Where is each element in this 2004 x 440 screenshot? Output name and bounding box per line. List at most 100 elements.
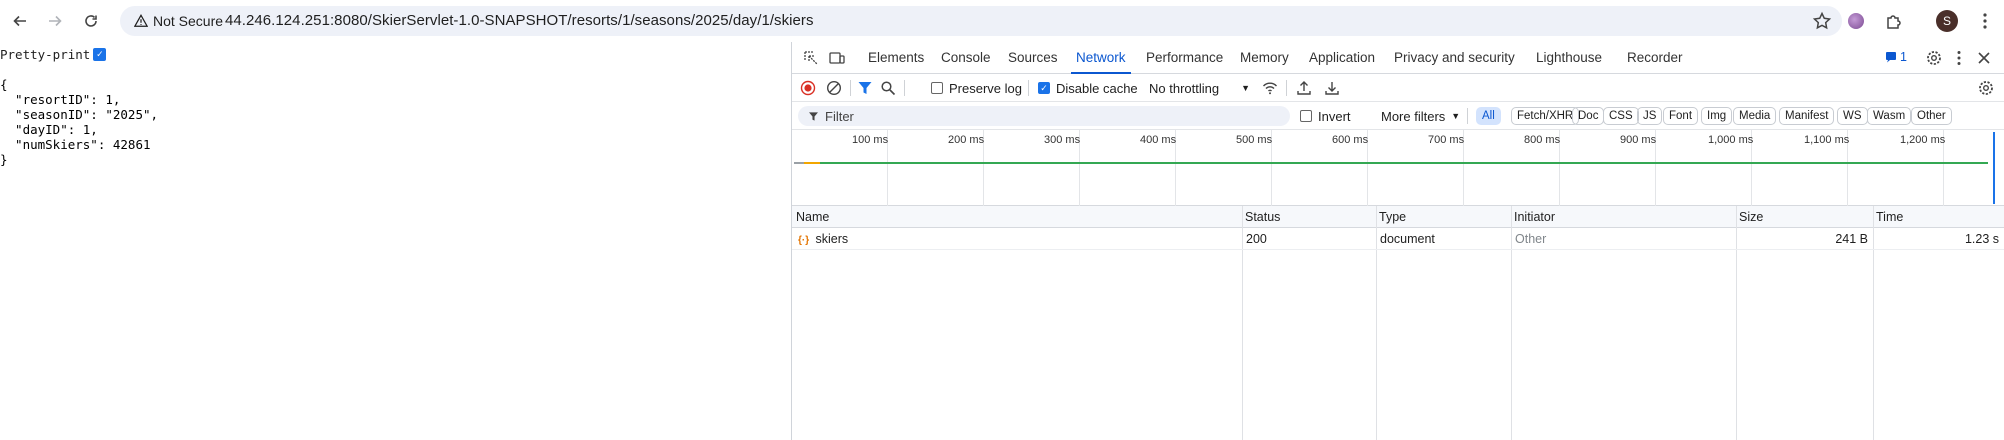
page-content: Pretty-print ✓ { "resortID": 1, "seasonI… [0,42,791,440]
import-har-icon[interactable] [1295,79,1313,97]
timeline-end-marker [1993,132,1995,204]
preserve-log-control[interactable]: Preserve log [931,80,1022,96]
request-name: skiers [815,232,849,246]
filter-placeholder: Filter [825,108,854,124]
url-text[interactable]: 44.246.124.251:8080/SkierServlet-1.0-SNA… [225,6,814,36]
tick-label: 1,100 ms [1804,134,1850,146]
col-header-status[interactable]: Status [1241,206,1280,228]
more-filters-label: More filters [1381,108,1446,124]
filter-input[interactable]: Filter [798,106,1290,126]
preserve-log-label: Preserve log [949,80,1022,96]
tick-label: 400 ms [1140,134,1177,146]
disable-cache-checkbox[interactable]: ✓ [1038,82,1050,94]
tab-network[interactable]: Network [1071,42,1130,74]
devtools-panel: Elements Console Sources Network Perform… [791,42,2004,440]
search-icon[interactable] [879,79,897,97]
profile-avatar[interactable]: S [1936,10,1958,32]
type-filter-img[interactable]: Img [1701,107,1733,125]
table-row[interactable]: {·} skiers 200 document Other 241 B 1.23… [792,228,2004,250]
preserve-log-checkbox[interactable] [931,82,943,94]
tab-performance[interactable]: Performance [1146,42,1223,74]
puzzle-extensions-icon[interactable] [1884,11,1904,31]
filter-funnel-icon[interactable] [856,79,874,97]
tab-sources[interactable]: Sources [1008,42,1058,74]
tab-elements[interactable]: Elements [868,42,924,74]
tab-application[interactable]: Application [1309,42,1375,74]
network-conditions-icon[interactable] [1261,79,1279,97]
devtools-tab-bar: Elements Console Sources Network Perform… [792,42,2004,74]
settings-gear-icon[interactable] [1925,49,1943,67]
tick-label: 300 ms [1044,134,1081,146]
more-filters-dropdown[interactable]: More filters ▼ [1381,108,1460,124]
col-header-time[interactable]: Time [1872,206,1903,228]
pretty-print-toggle[interactable]: Pretty-print ✓ [0,47,107,62]
throttling-value: No throttling [1149,80,1220,96]
document-icon: {·} [798,235,810,246]
invert-control[interactable]: Invert [1300,108,1351,124]
request-type: document [1380,232,1435,246]
extension-icon[interactable] [1846,11,1866,31]
issues-count: 1 [1900,50,1907,64]
bookmark-star-icon[interactable] [1812,11,1832,31]
col-header-name[interactable]: Name [792,206,829,228]
tick-label: 900 ms [1620,134,1657,146]
tab-memory[interactable]: Memory [1240,42,1289,74]
disable-cache-label: Disable cache [1056,80,1138,96]
clear-log-icon[interactable] [825,79,843,97]
issues-badge[interactable]: 1 [1885,50,1907,64]
type-filter-wasm[interactable]: Wasm [1867,107,1912,125]
record-stop-icon[interactable] [799,79,817,97]
throttling-select[interactable]: No throttling ▼ [1149,80,1250,96]
type-filter-doc[interactable]: Doc [1572,107,1605,125]
timeline-overview[interactable]: 100 ms 200 ms 300 ms 400 ms 500 ms 600 m… [792,130,2004,206]
security-label: Not Secure [153,13,224,29]
tick-label: 600 ms [1332,134,1369,146]
devtools-more-icon[interactable] [1950,49,1968,67]
request-size: 241 B [1835,232,1868,246]
pretty-print-checkbox[interactable]: ✓ [93,48,107,61]
warning-triangle-icon [134,14,148,27]
waterfall-queue-bar [794,162,804,164]
security-chip[interactable]: Not Secure [126,9,233,33]
request-time: 1.23 s [1964,232,1999,246]
type-filter-manifest[interactable]: Manifest [1779,107,1835,125]
export-har-icon[interactable] [1323,79,1341,97]
tab-privacy-security[interactable]: Privacy and security [1394,42,1515,74]
type-filter-other[interactable]: Other [1911,107,1952,125]
request-name-cell[interactable]: {·} skiers [798,228,848,250]
browser-toolbar: Not Secure 44.246.124.251:8080/SkierServ… [0,0,2004,42]
type-filter-media[interactable]: Media [1733,107,1777,125]
issues-icon [1886,52,1896,63]
tab-recorder[interactable]: Recorder [1627,42,1683,74]
type-filter-fetch-xhr[interactable]: Fetch/XHR [1511,107,1580,125]
forward-arrow-icon[interactable] [42,8,68,34]
col-header-type[interactable]: Type [1375,206,1406,228]
device-toolbar-icon[interactable] [828,49,846,67]
kebab-menu-icon[interactable] [1975,11,1995,31]
tick-label: 100 ms [852,134,889,146]
pretty-print-label: Pretty-print [0,47,91,62]
tab-console[interactable]: Console [941,42,991,74]
type-filter-css[interactable]: CSS [1603,107,1639,125]
tab-lighthouse[interactable]: Lighthouse [1536,42,1602,74]
close-devtools-icon[interactable] [1975,49,1993,67]
back-arrow-icon[interactable] [7,8,33,34]
type-filter-js[interactable]: JS [1637,107,1663,125]
waterfall-waiting-bar [820,162,1988,164]
type-filter-ws[interactable]: WS [1837,107,1868,125]
json-response: { "resortID": 1, "seasonID": "2025", "da… [0,77,159,167]
reload-icon[interactable] [78,8,104,34]
inspect-element-icon[interactable] [802,49,820,67]
invert-label: Invert [1318,108,1351,124]
disable-cache-control[interactable]: ✓ Disable cache [1038,80,1138,96]
tick-label: 200 ms [948,134,985,146]
col-header-initiator[interactable]: Initiator [1510,206,1555,228]
address-bar[interactable]: Not Secure 44.246.124.251:8080/SkierServ… [120,6,1842,36]
type-filter-font[interactable]: Font [1663,107,1699,125]
network-settings-gear-icon[interactable] [1977,79,1995,97]
type-filter-all[interactable]: All [1476,107,1501,125]
filter-row: Filter Invert More filters ▼ All Fetch/X… [792,102,2004,130]
col-header-size[interactable]: Size [1735,206,1763,228]
request-status: 200 [1246,232,1267,246]
invert-checkbox[interactable] [1300,110,1312,122]
